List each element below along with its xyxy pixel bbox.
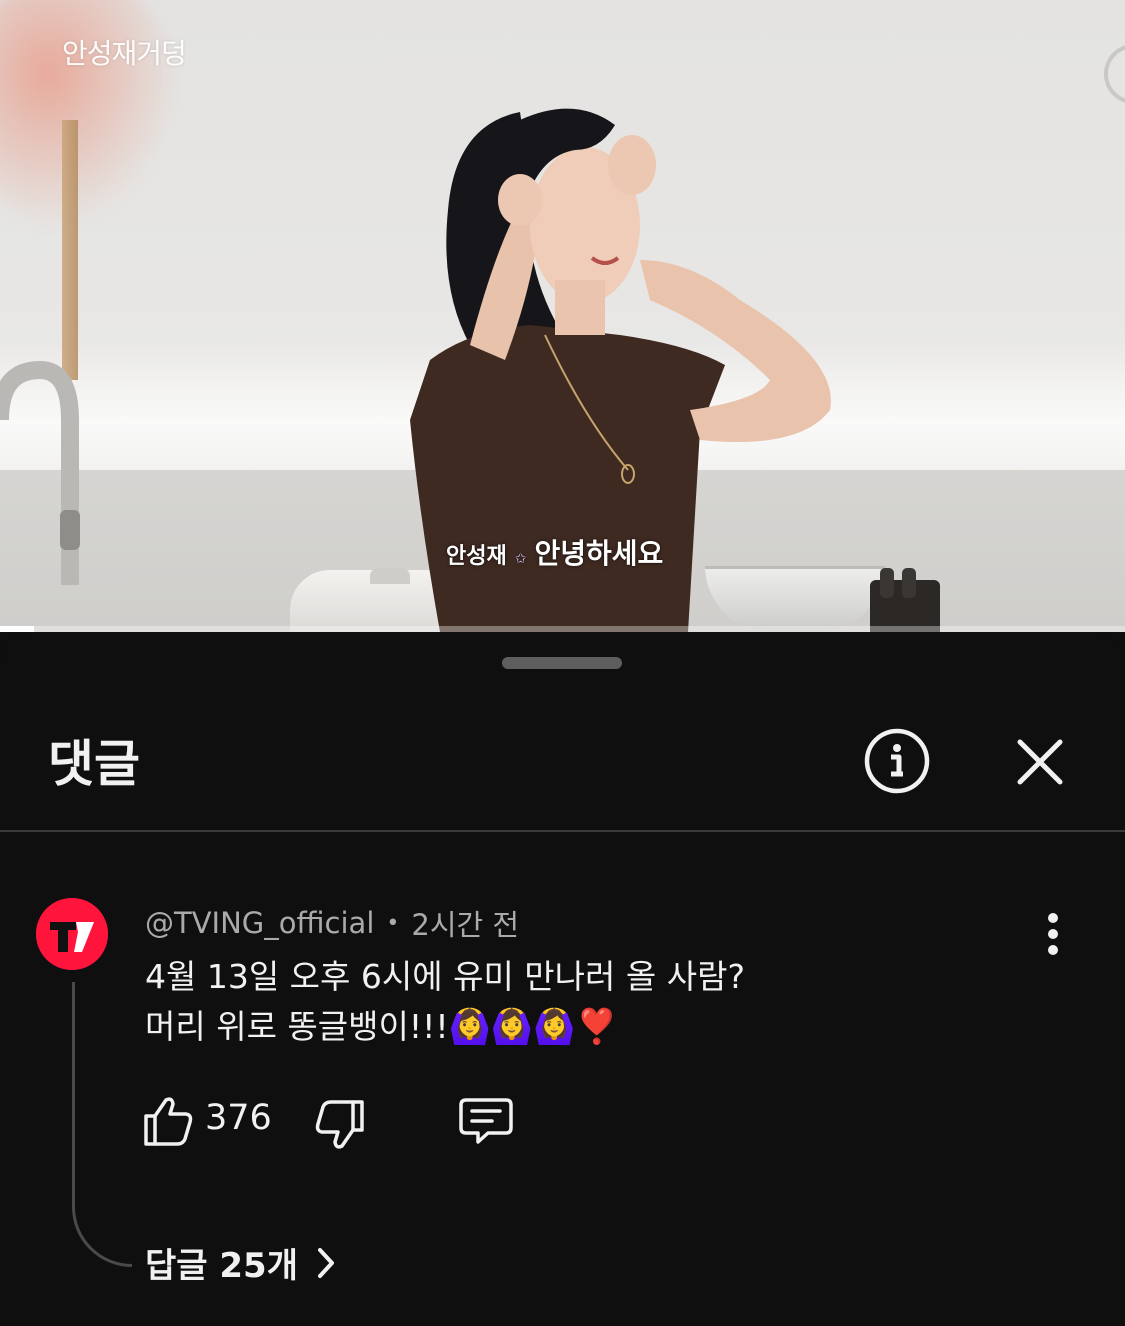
comment-time: 2시간 전 xyxy=(411,908,520,942)
dislike-button[interactable] xyxy=(312,1098,366,1152)
video-subtitle: 안성재 ✩ 안녕하세요 xyxy=(446,532,663,572)
tving-logo-icon xyxy=(36,898,108,970)
like-button[interactable] xyxy=(142,1094,196,1148)
comment-meta: @TVING_official • 2시간 전 xyxy=(145,902,519,944)
divider xyxy=(0,830,1125,832)
subtitle-line: 안녕하세요 xyxy=(534,537,664,570)
info-icon xyxy=(864,728,930,794)
sheet-title: 댓글 xyxy=(48,735,140,793)
channel-watermark: 안성재거덩 xyxy=(62,37,187,70)
comment-reply-icon xyxy=(459,1098,513,1144)
thread-connector xyxy=(72,982,132,1267)
close-icon xyxy=(1017,739,1063,785)
comment-emojis: 🙆‍♀️🙆‍♀️🙆‍♀️❣️ xyxy=(448,1007,618,1047)
meta-separator: • xyxy=(386,910,400,936)
reply-button[interactable] xyxy=(458,1096,514,1146)
comments-sheet: 댓글 @TVING_official • 2시간 전 4월 13일 오후 6시에… xyxy=(0,632,1125,1326)
like-count: 376 xyxy=(205,1098,272,1138)
thumbs-up-icon xyxy=(144,1097,193,1146)
drag-handle[interactable] xyxy=(502,657,622,669)
chevron-right-icon xyxy=(318,1247,334,1278)
comment-line-2-text: 머리 위로 똥글뱅이!!! xyxy=(145,1007,449,1046)
video-player[interactable]: 안성재거덩 안성재 ✩ 안녕하세요 xyxy=(0,0,1125,632)
comment-line-2: 머리 위로 똥글뱅이!!!🙆‍♀️🙆‍♀️🙆‍♀️❣️ xyxy=(145,1002,745,1052)
comment-line-1: 4월 13일 오후 6시에 유미 만나러 올 사람? xyxy=(145,957,745,996)
comment-body: 4월 13일 오후 6시에 유미 만나러 올 사람? 머리 위로 똥글뱅이!!!… xyxy=(145,952,745,1052)
view-replies-button[interactable]: 답글 25개 xyxy=(145,1238,336,1287)
subtitle-speaker: 안성재 xyxy=(446,544,507,569)
close-button[interactable] xyxy=(1010,732,1070,792)
comment-author[interactable]: @TVING_official xyxy=(145,906,374,940)
replies-label: 답글 25개 xyxy=(145,1246,298,1286)
star-icon: ✩ xyxy=(514,551,527,567)
more-options-button[interactable] xyxy=(1036,912,1070,956)
avatar[interactable] xyxy=(36,898,108,970)
vertical-dots-icon xyxy=(1048,913,1058,955)
info-button[interactable] xyxy=(862,726,932,796)
thumbs-down-icon xyxy=(315,1100,364,1149)
